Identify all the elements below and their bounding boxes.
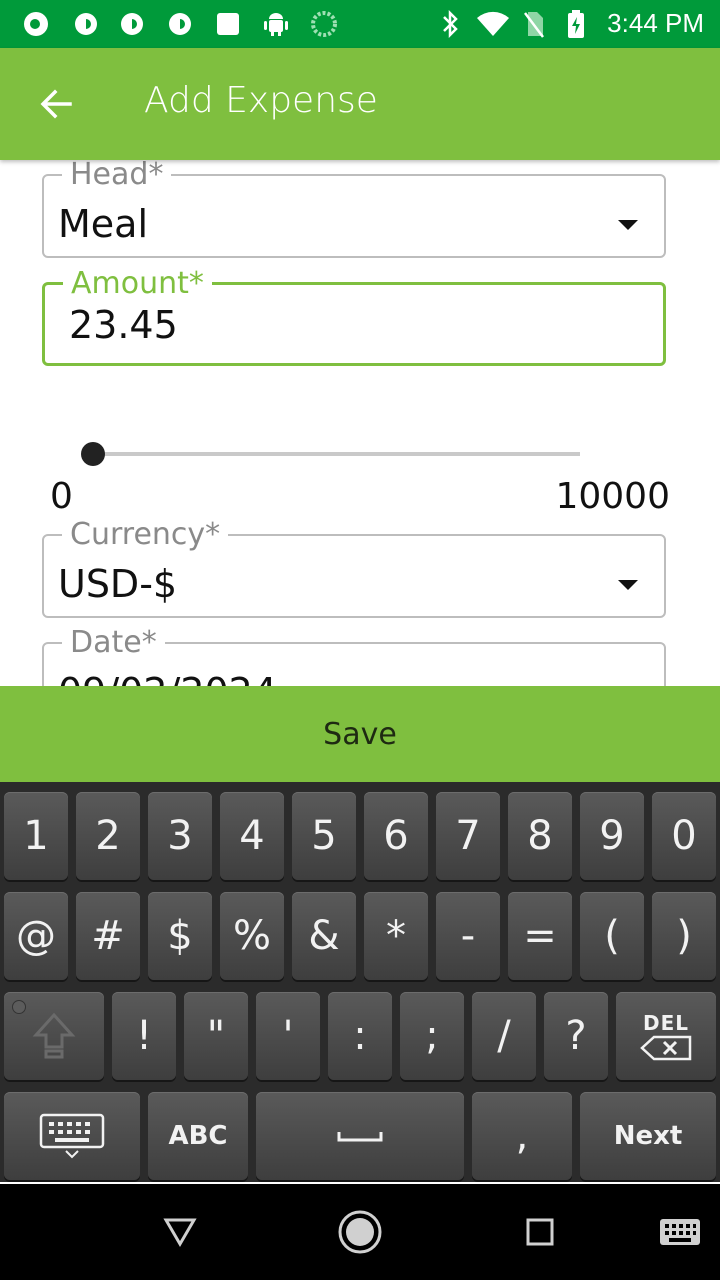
status-bar: 3:44 PM — [0, 0, 720, 48]
chevron-down-icon — [618, 580, 638, 590]
key-6[interactable]: 6 — [364, 792, 428, 880]
space-bar-icon — [337, 1132, 383, 1142]
key-9[interactable]: 9 — [580, 792, 644, 880]
delete-key[interactable]: DEL — [616, 992, 716, 1080]
chevron-down-icon — [65, 1150, 79, 1159]
key-exclamation[interactable]: ! — [112, 992, 176, 1080]
amount-label: Amount* — [63, 267, 212, 301]
status-time: 3:44 PM — [607, 8, 704, 38]
soft-keyboard: 1 2 3 4 5 6 7 8 9 0 @ # $ % & * - = ( ) … — [0, 782, 720, 1182]
home-circle-icon — [338, 1210, 382, 1254]
keyboard-icon — [660, 1219, 700, 1245]
key-2[interactable]: 2 — [76, 792, 140, 880]
nav-home-button[interactable] — [330, 1202, 390, 1262]
page-title: Add Expense — [144, 80, 378, 121]
key-3[interactable]: 3 — [148, 792, 212, 880]
key-percent[interactable]: % — [220, 892, 284, 980]
key-close-paren[interactable]: ) — [652, 892, 716, 980]
space-key[interactable] — [256, 1092, 464, 1180]
amount-value: 23.45 — [69, 303, 178, 347]
key-colon[interactable]: : — [328, 992, 392, 1080]
date-label: Date* — [62, 626, 165, 660]
key-0[interactable]: 0 — [652, 792, 716, 880]
wifi-icon — [476, 10, 510, 38]
amount-slider-thumb[interactable] — [81, 442, 106, 466]
system-nav-bar — [0, 1184, 720, 1280]
chevron-down-icon — [618, 220, 638, 230]
key-hash[interactable]: # — [76, 892, 140, 980]
shift-key[interactable] — [4, 992, 104, 1080]
bluetooth-icon — [436, 10, 464, 38]
key-slash[interactable]: / — [472, 992, 536, 1080]
key-7[interactable]: 7 — [436, 792, 500, 880]
key-4[interactable]: 4 — [220, 792, 284, 880]
key-1[interactable]: 1 — [4, 792, 68, 880]
save-label: Save — [323, 716, 397, 752]
app-notification-icon — [72, 10, 100, 38]
square-recents-icon — [526, 1218, 554, 1246]
key-asterisk[interactable]: * — [364, 892, 428, 980]
amount-input[interactable]: Amount* 23.45 — [42, 267, 666, 366]
app-notification-icon — [118, 10, 146, 38]
battery-charging-icon — [562, 10, 590, 38]
backspace-icon — [640, 1035, 692, 1061]
slider-min-label: 0 — [50, 476, 73, 517]
head-value: Meal — [58, 202, 149, 246]
caps-indicator — [12, 1000, 26, 1014]
app-notification-icon — [166, 10, 194, 38]
nav-back-button[interactable] — [150, 1202, 210, 1262]
currency-dropdown[interactable]: Currency* USD-$ — [42, 518, 666, 618]
key-single-quote[interactable]: ' — [256, 992, 320, 1080]
amount-slider-track[interactable] — [92, 452, 580, 456]
key-minus[interactable]: - — [436, 892, 500, 980]
key-ampersand[interactable]: & — [292, 892, 356, 980]
android-icon — [262, 10, 290, 38]
keyboard-switch-key[interactable] — [4, 1092, 140, 1180]
head-label: Head* — [62, 160, 172, 192]
key-5[interactable]: 5 — [292, 792, 356, 880]
nav-keyboard-button[interactable] — [650, 1202, 710, 1262]
save-button[interactable]: Save — [0, 686, 720, 782]
next-key[interactable]: Next — [580, 1092, 716, 1180]
shift-arrow-icon — [32, 1012, 76, 1059]
app-notification-icon — [214, 10, 242, 38]
expense-form: Head* Meal Amount* 23.45 0 10000 Currenc… — [0, 160, 720, 686]
key-comma[interactable]: , — [472, 1092, 572, 1180]
nav-recents-button[interactable] — [510, 1202, 570, 1262]
key-equals[interactable]: = — [508, 892, 572, 980]
triangle-back-icon — [163, 1218, 197, 1247]
keyboard-icon — [39, 1113, 105, 1149]
arrow-left-icon — [40, 89, 72, 119]
key-question[interactable]: ? — [544, 992, 608, 1080]
key-semicolon[interactable]: ; — [400, 992, 464, 1080]
currency-value: USD-$ — [58, 562, 178, 606]
key-8[interactable]: 8 — [508, 792, 572, 880]
date-input[interactable]: Date* 09/02/2024 — [42, 626, 666, 686]
currency-label: Currency* — [62, 518, 229, 552]
app-bar: Add Expense — [0, 48, 720, 160]
app-notification-icon — [22, 10, 50, 38]
back-button[interactable] — [30, 78, 82, 130]
slider-max-label: 10000 — [555, 476, 670, 517]
key-double-quote[interactable]: " — [184, 992, 248, 1080]
date-value: 09/02/2024 — [58, 670, 277, 686]
no-sim-icon — [520, 10, 548, 38]
key-open-paren[interactable]: ( — [580, 892, 644, 980]
key-dollar[interactable]: $ — [148, 892, 212, 980]
abc-key[interactable]: ABC — [148, 1092, 248, 1180]
key-at[interactable]: @ — [4, 892, 68, 980]
loading-icon — [310, 10, 338, 38]
head-dropdown[interactable]: Head* Meal — [42, 160, 666, 258]
delete-label: DEL — [642, 1011, 689, 1035]
